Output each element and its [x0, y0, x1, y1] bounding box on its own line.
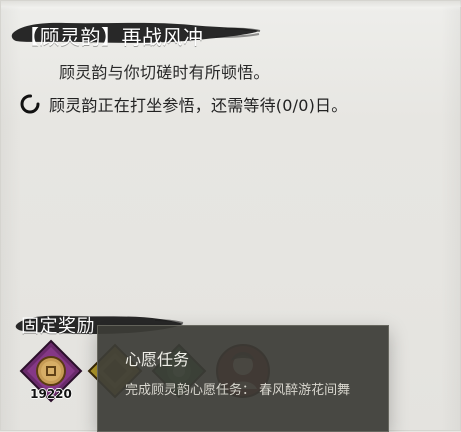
panel-top-border [1, 1, 461, 7]
event-title: 【顾灵韵】再战风冲 [19, 25, 204, 49]
reward-count: 19220 [30, 387, 72, 401]
event-description: 顾灵韵与你切磋时有所顿悟。 [59, 63, 270, 82]
tooltip-title: 心愿任务 [125, 350, 190, 369]
event-panel: 【顾灵韵】再战风冲 顾灵韵与你切磋时有所顿悟。 顾灵韵正在打坐参悟，还需等待(0… [0, 0, 461, 432]
tooltip-description: 完成顾灵韵心愿任务： 春风醉游花间舞 [125, 382, 380, 400]
event-title-banner: 【顾灵韵】再战风冲 [11, 17, 271, 51]
tooltip-desc-prefix: 完成顾灵韵心愿任务： [125, 383, 256, 398]
loading-ring-icon [20, 94, 40, 114]
reward-item[interactable]: 19220 [19, 339, 83, 403]
wish-task-tooltip: 心愿任务 完成顾灵韵心愿任务： 春风醉游花间舞 [97, 325, 389, 432]
tooltip-quest-name: 春风醉游花间舞 [259, 383, 351, 398]
status-text: 顾灵韵正在打坐参悟，还需等待(0/0)日。 [49, 96, 348, 115]
rewards-section-title: 固定奖励 [21, 316, 95, 337]
status-row: 顾灵韵正在打坐参悟，还需等待(0/0)日。 [19, 92, 347, 116]
